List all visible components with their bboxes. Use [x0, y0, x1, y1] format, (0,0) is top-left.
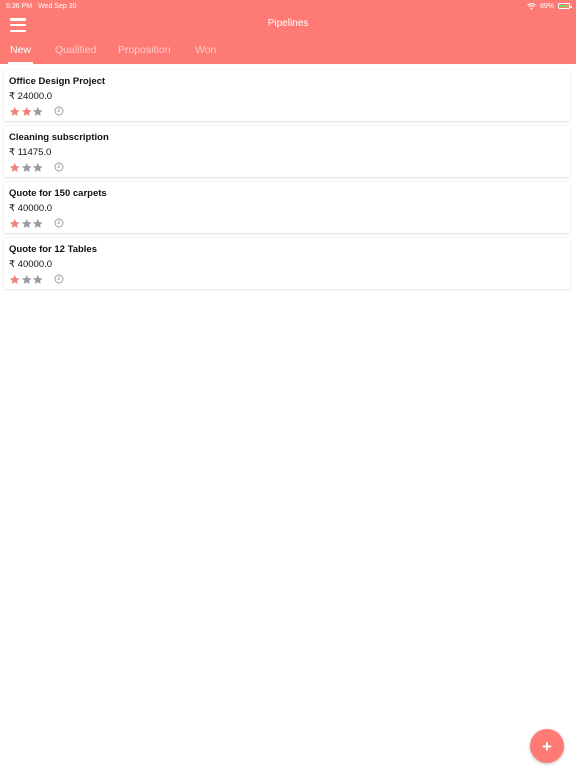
status-right: 89% — [527, 2, 572, 10]
star-filled-icon[interactable] — [9, 106, 21, 117]
battery-fill — [560, 5, 568, 7]
page-title: Pipelines — [267, 18, 309, 29]
tab-proposition[interactable]: Proposition — [118, 44, 171, 64]
opportunity-card[interactable]: Quote for 150 carpets ₹ 40000.0 — [4, 182, 570, 233]
battery-icon — [558, 3, 572, 9]
opportunity-card[interactable]: Office Design Project ₹ 24000.0 — [4, 70, 570, 121]
tab-won[interactable]: Won — [195, 44, 216, 64]
add-opportunity-button[interactable]: + — [530, 729, 564, 763]
clock-icon[interactable] — [54, 218, 64, 228]
opportunity-card[interactable]: Cleaning subscription ₹ 11475.0 — [4, 126, 570, 177]
plus-icon: + — [542, 736, 552, 756]
opportunity-title: Quote for 12 Tables — [9, 244, 97, 255]
status-date: Wed Sep 30 — [38, 2, 77, 10]
opportunity-title: Cleaning subscription — [9, 132, 109, 143]
opportunity-meta — [9, 161, 565, 173]
star-empty-icon[interactable] — [32, 162, 44, 173]
star-empty-icon[interactable] — [21, 162, 33, 173]
opportunity-meta — [9, 217, 565, 229]
clock-icon[interactable] — [54, 106, 64, 116]
star-filled-icon[interactable] — [21, 106, 33, 117]
star-empty-icon[interactable] — [32, 218, 44, 229]
opportunity-amount: ₹ 40000.0 — [9, 259, 53, 270]
star-filled-icon[interactable] — [9, 218, 21, 229]
tab-bar: New Qualified Proposition Won — [0, 44, 576, 64]
star-empty-icon[interactable] — [32, 106, 44, 117]
opportunity-amount: ₹ 24000.0 — [9, 91, 53, 102]
wifi-icon — [527, 2, 536, 10]
star-empty-icon[interactable] — [21, 274, 33, 285]
status-bar: 6:36 PM Wed Sep 30 89% — [0, 0, 576, 12]
priority-stars — [9, 106, 44, 117]
priority-stars — [9, 162, 44, 173]
status-time: 6:36 PM — [6, 2, 33, 10]
app-bar: 6:36 PM Wed Sep 30 89% Pipelines New Qua… — [0, 0, 576, 64]
priority-stars — [9, 218, 44, 229]
priority-stars — [9, 274, 44, 285]
clock-icon[interactable] — [54, 274, 64, 284]
battery-percent: 89% — [539, 2, 554, 10]
star-filled-icon[interactable] — [9, 162, 21, 173]
opportunity-amount: ₹ 40000.0 — [9, 203, 53, 214]
tab-qualified[interactable]: Qualified — [55, 44, 96, 64]
clock-icon[interactable] — [54, 162, 64, 172]
opportunity-title: Office Design Project — [9, 76, 106, 87]
star-filled-icon[interactable] — [9, 274, 21, 285]
star-empty-icon[interactable] — [32, 274, 44, 285]
opportunity-meta — [9, 273, 565, 285]
opportunity-amount: ₹ 11475.0 — [9, 147, 52, 158]
opportunity-list: Office Design Project ₹ 24000.0 Cleaning… — [4, 70, 570, 294]
opportunity-meta — [9, 105, 565, 117]
tab-new[interactable]: New — [7, 44, 34, 64]
opportunity-title: Quote for 150 carpets — [9, 188, 107, 199]
opportunity-card[interactable]: Quote for 12 Tables ₹ 40000.0 — [4, 238, 570, 289]
star-empty-icon[interactable] — [21, 218, 33, 229]
